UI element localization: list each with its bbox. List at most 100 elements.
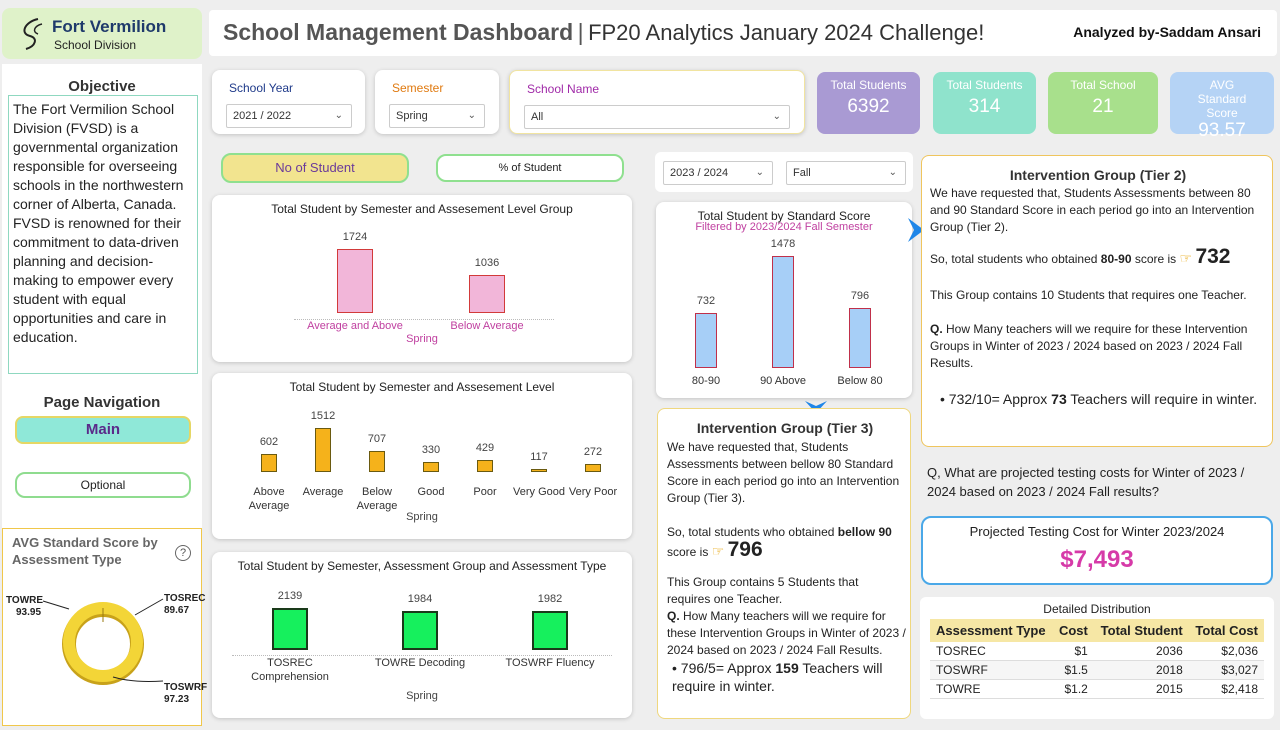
bullet: • xyxy=(672,660,681,676)
bar-6[interactable] xyxy=(585,464,601,472)
right-year-dropdown[interactable]: 2023 / 2024 ⌄ xyxy=(663,161,773,185)
cell: 2015 xyxy=(1093,679,1189,699)
tier3-group-note: This Group contains 5 Students that requ… xyxy=(667,575,859,606)
tier2-total: So, total students who obtained 80-90 sc… xyxy=(930,245,1264,268)
tier3-title: Intervention Group (Tier 3) xyxy=(696,420,874,436)
no-of-student-button[interactable]: No of Student xyxy=(221,153,409,183)
objective-text: The Fort Vermilion School Division (FVSD… xyxy=(8,95,198,374)
nav-main-button[interactable]: Main xyxy=(15,416,191,444)
chart-title: Total Student by Semester and Assesement… xyxy=(271,202,573,216)
tier2-title: Intervention Group (Tier 2) xyxy=(1009,167,1187,183)
right-year-value: 2023 / 2024 xyxy=(670,167,729,179)
tier2-answer-value: 73 xyxy=(1051,391,1067,407)
bar-value-label: 429 xyxy=(475,442,495,454)
school-name-label: School Name xyxy=(527,82,600,96)
kpi-title: Total School xyxy=(1070,78,1136,92)
bar-3[interactable] xyxy=(423,462,439,472)
donut-label-tosrec-name: TOSREC xyxy=(164,593,206,604)
col-total-cost[interactable]: Total Cost xyxy=(1188,619,1264,642)
tier2-intro: We have requested that, Students Assessm… xyxy=(930,186,1255,234)
bar-1[interactable] xyxy=(469,275,505,313)
bar-value-label: 1478 xyxy=(770,238,796,250)
table-row: TOSWRF $1.5 2018 $3,027 xyxy=(930,660,1264,680)
chart-standard-score: Total Student by Standard Score Filtered… xyxy=(656,202,912,398)
projected-cost-card: Projected Testing Cost for Winter 2023/2… xyxy=(921,516,1273,585)
right-semester-dropdown[interactable]: Fall ⌄ xyxy=(786,161,906,185)
kpi-value: 6392 xyxy=(847,96,890,117)
col-total-student[interactable]: Total Student xyxy=(1093,619,1189,642)
category-label: 80-90 xyxy=(691,375,721,387)
tier3-total-value: 796 xyxy=(727,538,763,561)
bar-2[interactable] xyxy=(369,451,385,472)
category-label: Good xyxy=(417,486,445,498)
cell: 2018 xyxy=(1093,660,1189,680)
donut-label-toswrf: TOSWRF 97.23 xyxy=(164,682,207,706)
tier2-total-value: 732 xyxy=(1195,245,1231,268)
bar-4[interactable] xyxy=(477,460,493,472)
donut-label-towre: TOWRE 93.95 xyxy=(6,595,43,619)
tier3-answer-text: 796/5= Approx xyxy=(680,660,776,676)
chevron-down-icon: ⌄ xyxy=(772,111,781,122)
bar-value-label: 732 xyxy=(696,295,716,307)
semester-slicer: Semester Spring ⌄ xyxy=(375,70,499,134)
category-label: TOSREC Comprehension xyxy=(251,657,329,683)
donut-label-toswrf-value: 97.23 xyxy=(164,694,190,705)
tier2-answer-text: 732/10= Approx xyxy=(948,391,1052,407)
kpi-title: Total Students xyxy=(946,78,1023,92)
chart-assessment-level: Total Student by Semester and Assesement… xyxy=(212,373,632,539)
chevron-down-icon: ⌄ xyxy=(467,110,476,121)
bar-2[interactable] xyxy=(532,611,568,650)
school-year-value: 2021 / 2022 xyxy=(233,110,292,122)
nav-optional-button[interactable]: Optional xyxy=(15,472,191,498)
bar-2[interactable] xyxy=(849,308,871,368)
school-name-slicer: School Name All ⌄ xyxy=(509,70,805,134)
category-label: Below 80 xyxy=(837,375,883,387)
bar-1[interactable] xyxy=(772,256,794,368)
brand-sub: School Division xyxy=(54,38,137,52)
school-year-dropdown[interactable]: 2021 / 2022 ⌄ xyxy=(226,104,352,128)
cell: TOSREC xyxy=(930,642,1053,661)
table-row: TOSREC $1 2036 $2,036 xyxy=(930,642,1264,661)
category-label: 90 Above xyxy=(760,375,806,387)
kpi-title: Total Students xyxy=(830,78,907,92)
kpi-value: 21 xyxy=(1092,96,1114,117)
tier2-box: Intervention Group (Tier 2) We have requ… xyxy=(921,155,1273,447)
bar-value-label: 707 xyxy=(367,433,387,445)
category-label: TOSWRF Fluency xyxy=(505,657,595,669)
right-semester-value: Fall xyxy=(793,167,811,179)
bar-0[interactable] xyxy=(272,608,308,650)
bar-0[interactable] xyxy=(261,454,277,472)
semester-dropdown[interactable]: Spring ⌄ xyxy=(389,104,485,128)
chevron-down-icon: ⌄ xyxy=(888,167,897,178)
tier2-answer: • 732/10= Approx 73 Teachers will requir… xyxy=(940,390,1270,408)
bar-value-label: 796 xyxy=(850,290,870,302)
semester-label: Semester xyxy=(392,81,444,95)
bar-1[interactable] xyxy=(315,428,331,472)
percent-of-student-button[interactable]: % of Student xyxy=(436,154,624,182)
cell: $1.5 xyxy=(1052,660,1094,680)
bar-5[interactable] xyxy=(531,469,547,472)
chart-assessment-type: Total Student by Semester, Assessment Gr… xyxy=(212,552,632,718)
bar-value-label: 1984 xyxy=(407,593,433,605)
tier3-total-suffix: score is xyxy=(667,545,709,559)
cell: TOWRE xyxy=(930,679,1053,699)
bar-value-label: 602 xyxy=(259,436,279,448)
cell: 2036 xyxy=(1093,642,1189,661)
col-assessment-type[interactable]: Assessment Type xyxy=(930,619,1053,642)
leader-tosrec xyxy=(134,598,164,616)
col-cost[interactable]: Cost xyxy=(1052,619,1094,642)
bullet: • xyxy=(940,391,949,407)
bar-0[interactable] xyxy=(695,313,717,368)
category-label: Poor xyxy=(473,486,497,498)
help-icon[interactable]: ? xyxy=(175,545,191,561)
logo-icon xyxy=(23,18,43,50)
donut-label-towre-name: TOWRE xyxy=(6,595,44,606)
tier3-intro: We have requested that, Students Assessm… xyxy=(667,440,900,505)
hand-pointer-icon: ☞ xyxy=(1179,250,1193,266)
school-name-dropdown[interactable]: All ⌄ xyxy=(524,105,790,129)
brand-logo-box: Fort Vermilion School Division xyxy=(2,8,202,59)
category-label: Above Average xyxy=(248,486,290,512)
bar-0[interactable] xyxy=(337,249,373,313)
bar-value-label: 1982 xyxy=(537,593,563,605)
bar-1[interactable] xyxy=(402,611,438,650)
